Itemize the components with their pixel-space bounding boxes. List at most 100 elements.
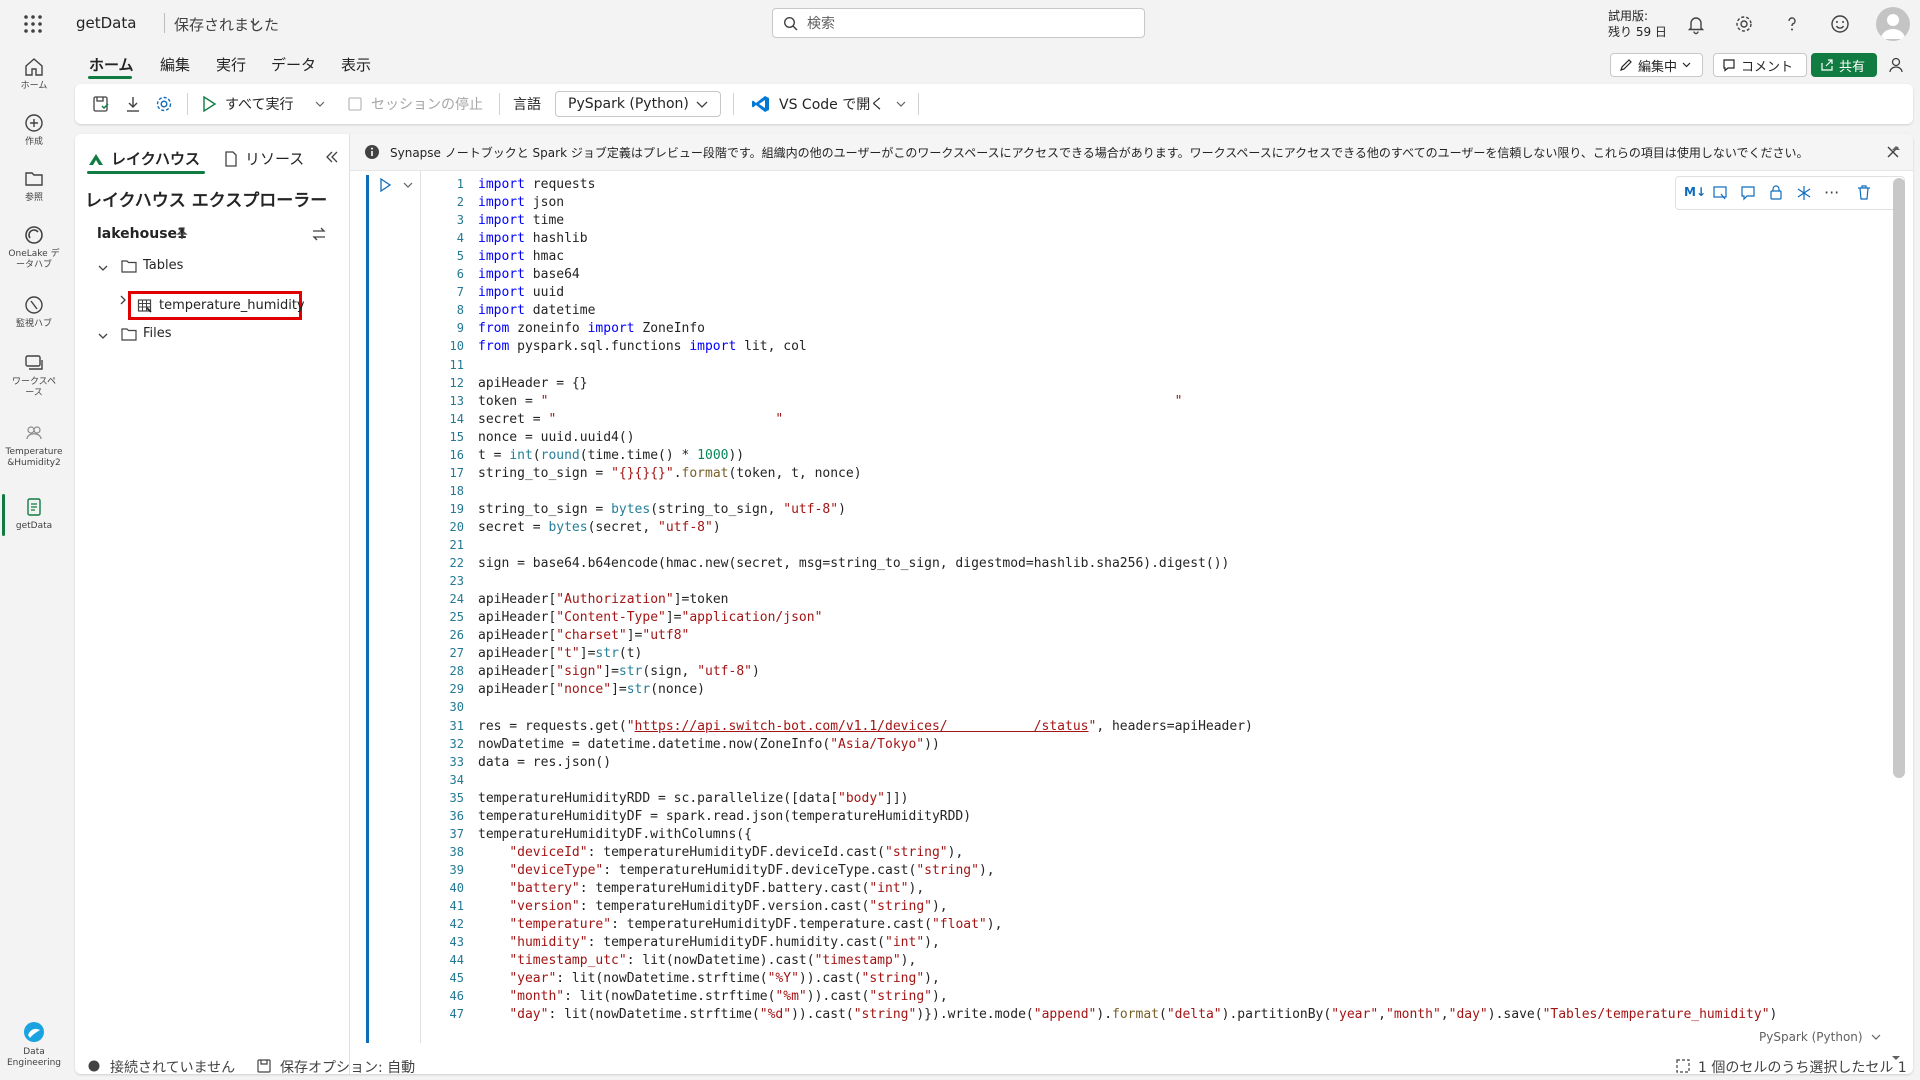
- comment-icon[interactable]: [1740, 185, 1756, 201]
- code-line[interactable]: import json: [478, 195, 564, 210]
- scroll-up-arrow-icon[interactable]: [1891, 144, 1901, 152]
- rail-item-temperature-humidity2[interactable]: Temperature &Humidity2: [0, 422, 68, 469]
- code-line[interactable]: temperatureHumidityRDD = sc.parallelize(…: [478, 791, 908, 806]
- lock-icon[interactable]: [1768, 184, 1784, 201]
- tab-data[interactable]: データ: [271, 54, 316, 75]
- code-line[interactable]: "deviceType": temperatureHumidityDF.devi…: [478, 863, 994, 878]
- app-launcher-icon[interactable]: [22, 13, 44, 35]
- code-line[interactable]: token = " ": [478, 394, 1182, 409]
- gear-icon[interactable]: [1733, 13, 1755, 35]
- code-line[interactable]: "humidity": temperatureHumidityDF.humidi…: [478, 935, 940, 950]
- chevron-down-icon[interactable]: [97, 331, 109, 341]
- code-line[interactable]: string_to_sign = "{}{}{}".format(token, …: [478, 466, 862, 481]
- code-line[interactable]: nonce = uuid.uuid4(): [478, 430, 635, 445]
- open-in-vscode-button[interactable]: VS Code で開く: [751, 94, 884, 114]
- pin-icon[interactable]: [175, 226, 189, 240]
- code-line[interactable]: "month": lit(nowDatetime.strftime("%m"))…: [478, 989, 947, 1004]
- tab-view[interactable]: 表示: [341, 54, 371, 75]
- chevron-down-icon[interactable]: [896, 100, 906, 108]
- lakehouse-name[interactable]: lakehouse1: [97, 226, 187, 242]
- save-notebook-icon[interactable]: [91, 94, 111, 114]
- comment-button[interactable]: コメント: [1713, 53, 1807, 77]
- code-line[interactable]: apiHeader["Authorization"]=token: [478, 592, 728, 607]
- code-line[interactable]: "year": lit(nowDatetime.strftime("%Y")).…: [478, 971, 940, 986]
- code-line[interactable]: t = int(round(time.time() * 1000)): [478, 448, 744, 463]
- avatar[interactable]: [1876, 7, 1910, 41]
- markdown-toggle-icon[interactable]: M↓: [1684, 185, 1706, 199]
- share-button[interactable]: 共有: [1811, 53, 1877, 77]
- code-line[interactable]: import requests: [478, 177, 595, 192]
- save-option-status[interactable]: 保存オプション: 自動: [280, 1057, 415, 1077]
- settings-gear-icon[interactable]: [154, 94, 174, 114]
- rail-item-workspaces[interactable]: ワークスペ ース: [0, 352, 68, 399]
- collaborator-icon[interactable]: [1887, 55, 1907, 75]
- run-cell-icon[interactable]: [378, 177, 392, 193]
- tab-edit[interactable]: 編集: [160, 54, 190, 75]
- rail-item-getdata[interactable]: getData: [0, 496, 68, 532]
- code-line[interactable]: apiHeader = {}: [478, 376, 588, 391]
- collapse-panel-icon[interactable]: [325, 150, 339, 164]
- delete-icon[interactable]: [1856, 184, 1872, 201]
- rail-item-monitor[interactable]: 監視ハブ: [0, 294, 68, 330]
- help-icon[interactable]: [1781, 13, 1803, 35]
- tab-lakehouse[interactable]: レイクハウス: [87, 148, 200, 169]
- global-search[interactable]: [772, 8, 1145, 38]
- tree-folder-files[interactable]: Files: [121, 326, 172, 341]
- rail-item-create[interactable]: 作成: [0, 112, 68, 148]
- language-select[interactable]: PySpark (Python): [555, 91, 721, 117]
- more-options-icon[interactable]: ···: [1824, 183, 1839, 202]
- run-all-button[interactable]: すべて実行: [201, 94, 293, 114]
- save-status[interactable]: 保存されました: [174, 14, 279, 35]
- connection-status[interactable]: 接続されていません: [110, 1057, 235, 1077]
- code-line[interactable]: apiHeader["t"]=str(t): [478, 646, 642, 661]
- cell-language-tag[interactable]: PySpark (Python): [1759, 1030, 1881, 1044]
- code-line[interactable]: "battery": temperatureHumidityDF.battery…: [478, 881, 924, 896]
- code-line[interactable]: "deviceId": temperatureHumidityDF.device…: [478, 845, 963, 860]
- search-input[interactable]: [805, 13, 1129, 35]
- code-line[interactable]: from pyspark.sql.functions import lit, c…: [478, 339, 807, 354]
- feedback-smiley-icon[interactable]: [1829, 13, 1851, 35]
- tab-home[interactable]: ホーム: [89, 54, 134, 75]
- code-line[interactable]: "temperature": temperatureHumidityDF.tem…: [478, 917, 1002, 932]
- chevron-down-icon[interactable]: [315, 100, 325, 108]
- chevron-down-icon[interactable]: [97, 263, 109, 273]
- code-line[interactable]: secret = " ": [478, 412, 783, 427]
- code-line[interactable]: import time: [478, 213, 564, 228]
- rail-item-onelake[interactable]: OneLake デ ータハブ: [0, 224, 68, 271]
- switch-lakehouse-icon[interactable]: [311, 226, 327, 242]
- code-line[interactable]: res = requests.get("https://api.switch-b…: [478, 719, 1253, 734]
- code-line[interactable]: apiHeader["Content-Type"]="application/j…: [478, 610, 822, 625]
- code-line[interactable]: import hashlib: [478, 231, 588, 246]
- document-title[interactable]: getData: [76, 14, 136, 32]
- chevron-right-icon[interactable]: [118, 294, 128, 306]
- code-line[interactable]: import datetime: [478, 303, 595, 318]
- code-line[interactable]: data = res.json(): [478, 755, 611, 770]
- chevron-down-icon[interactable]: [402, 180, 414, 190]
- code-line[interactable]: temperatureHumidityDF.withColumns({: [478, 827, 752, 842]
- code-line[interactable]: import hmac: [478, 249, 564, 264]
- code-line[interactable]: nowDatetime = datetime.datetime.now(Zone…: [478, 737, 940, 752]
- code-line[interactable]: "day": lit(nowDatetime.strftime("%d")).c…: [478, 1007, 1777, 1022]
- code-line[interactable]: import uuid: [478, 285, 564, 300]
- code-line[interactable]: import base64: [478, 267, 580, 282]
- code-line[interactable]: apiHeader["nonce"]=str(nonce): [478, 682, 705, 697]
- bell-icon[interactable]: [1685, 13, 1707, 35]
- freeze-icon[interactable]: [1796, 185, 1812, 201]
- vertical-scrollbar[interactable]: [1893, 178, 1905, 778]
- tree-folder-tables[interactable]: Tables: [121, 258, 183, 273]
- chevron-down-icon[interactable]: [249, 18, 261, 28]
- download-icon[interactable]: [123, 94, 143, 114]
- trial-status[interactable]: 試用版: 残り 59 日: [1608, 8, 1667, 40]
- code-line[interactable]: "version": temperatureHumidityDF.version…: [478, 899, 947, 914]
- code-line[interactable]: temperatureHumidityDF = spark.read.json(…: [478, 809, 971, 824]
- code-line[interactable]: from zoneinfo import ZoneInfo: [478, 321, 705, 336]
- convert-cell-icon[interactable]: [1712, 185, 1728, 201]
- tab-resources[interactable]: リソース: [223, 148, 304, 169]
- editing-mode-button[interactable]: 編集中: [1610, 53, 1703, 77]
- code-line[interactable]: sign = base64.b64encode(hmac.new(secret,…: [478, 556, 1229, 571]
- code-line[interactable]: secret = bytes(secret, "utf-8"): [478, 520, 721, 535]
- code-line[interactable]: "timestamp_utc": lit(nowDatetime).cast("…: [478, 953, 916, 968]
- tab-run[interactable]: 実行: [216, 54, 246, 75]
- rail-item-browse[interactable]: 参照: [0, 168, 68, 204]
- rail-item-home[interactable]: ホーム: [0, 56, 68, 92]
